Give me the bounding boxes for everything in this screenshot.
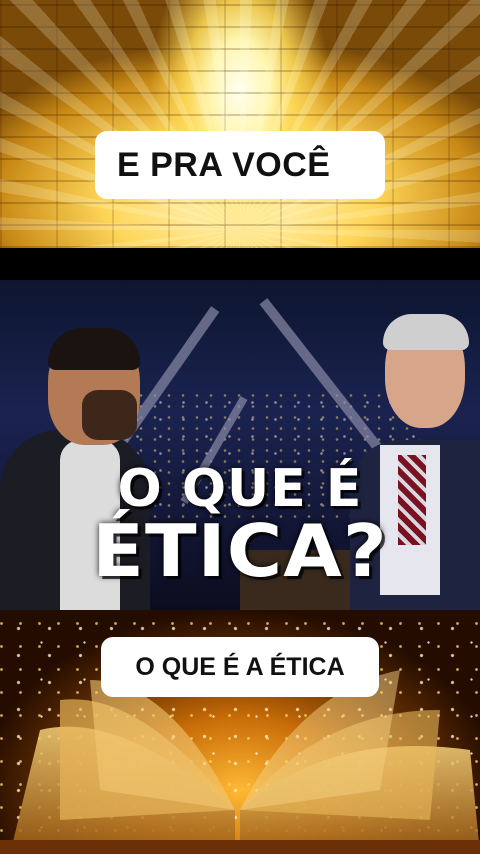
guest-hair <box>48 328 140 370</box>
light-rays <box>0 0 480 248</box>
video-title-line2: ÉTICA? <box>92 509 388 593</box>
guest-beard <box>82 390 137 440</box>
video-clip[interactable]: O QUE É ÉTICA? <box>0 248 480 610</box>
top-caption: E PRA VOCÊ <box>95 131 385 199</box>
host-hair <box>383 314 469 350</box>
bottom-caption: O QUE É A ÉTICA <box>101 637 379 697</box>
top-golden-background <box>0 0 480 248</box>
open-book-illustration <box>0 670 480 854</box>
